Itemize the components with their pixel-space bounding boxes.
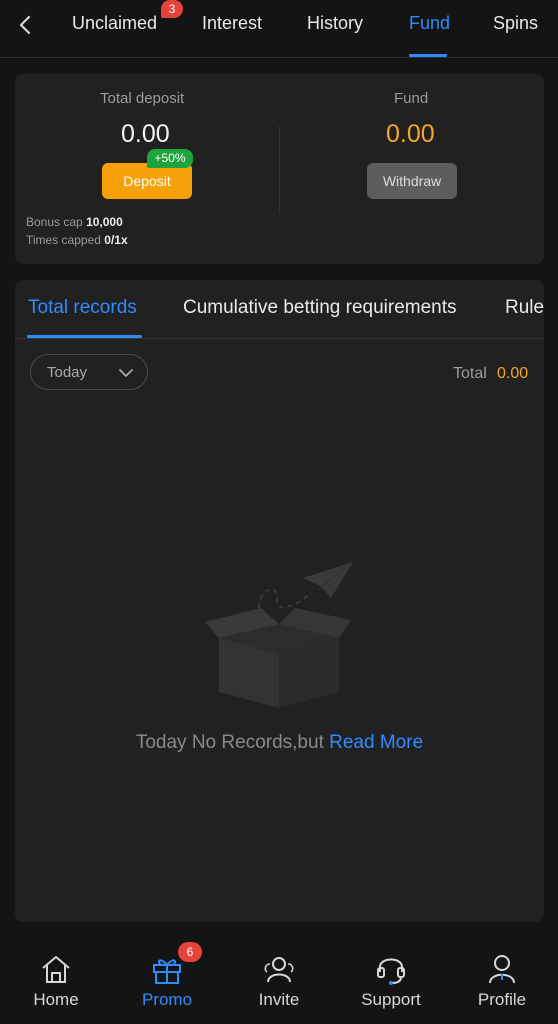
total-value: 0.00 bbox=[497, 365, 529, 382]
date-filter-value: Today bbox=[47, 364, 88, 381]
nav-support[interactable]: Support bbox=[341, 938, 441, 1024]
deposit-button[interactable]: Deposit bbox=[102, 163, 192, 199]
nav-home-label: Home bbox=[33, 990, 79, 1009]
bonus-cap-value: 10,000 bbox=[86, 215, 123, 229]
tab-interest[interactable]: Interest bbox=[202, 13, 262, 34]
nav-profile-label: Profile bbox=[477, 990, 527, 1009]
records-divider bbox=[15, 338, 544, 339]
nav-support-label: Support bbox=[361, 990, 421, 1009]
fund-summary-card: Total deposit 0.00 Deposit +50% Fund 0.0… bbox=[15, 74, 544, 264]
total-deposit-value: 0.00 bbox=[121, 120, 170, 148]
tab-unclaimed[interactable]: Unclaimed bbox=[72, 13, 157, 34]
nav-invite[interactable]: Invite bbox=[229, 938, 329, 1024]
records-card: Total records Cumulative betting require… bbox=[15, 280, 544, 922]
date-filter-select[interactable]: Today bbox=[30, 354, 148, 390]
read-more-link[interactable]: Read More bbox=[329, 732, 423, 753]
chevron-down-icon bbox=[119, 369, 133, 377]
fund-value: 0.00 bbox=[386, 120, 435, 148]
empty-state-text: Today No Records,but bbox=[135, 732, 324, 753]
user-icon bbox=[489, 955, 515, 984]
total-deposit-label: Total deposit bbox=[100, 90, 185, 107]
tab-rule[interactable]: Rule bbox=[505, 297, 544, 319]
bottom-nav: Home Promo 6 Invite Support Profile bbox=[0, 938, 558, 1024]
tab-fund[interactable]: Fund bbox=[409, 13, 450, 34]
tab-total-records[interactable]: Total records bbox=[28, 297, 137, 319]
tab-history[interactable]: History bbox=[307, 13, 363, 34]
times-capped: Times capped 0/1x bbox=[26, 233, 128, 247]
empty-box-icon bbox=[205, 562, 353, 708]
empty-state-message: Today No Records,but Read More bbox=[15, 732, 544, 754]
people-icon bbox=[264, 957, 294, 983]
tab-spins[interactable]: Spins bbox=[493, 13, 538, 34]
tab-cumulative-betting[interactable]: Cumulative betting requirements bbox=[183, 297, 457, 319]
times-capped-label: Times capped bbox=[26, 233, 101, 247]
fund-label: Fund bbox=[394, 90, 429, 107]
withdraw-button[interactable]: Withdraw bbox=[367, 163, 457, 199]
home-icon bbox=[42, 956, 70, 983]
bonus-cap-label: Bonus cap bbox=[26, 215, 83, 229]
headset-icon bbox=[377, 958, 405, 985]
active-tab-indicator bbox=[409, 54, 447, 57]
back-button[interactable] bbox=[12, 12, 38, 38]
nav-promo[interactable]: Promo bbox=[117, 938, 217, 1024]
bonus-cap: Bonus cap 10,000 bbox=[26, 215, 123, 229]
summary-divider bbox=[279, 126, 280, 214]
times-capped-value: 0/1x bbox=[104, 233, 128, 247]
nav-promo-label: Promo bbox=[141, 990, 193, 1009]
nav-profile[interactable]: Profile bbox=[452, 938, 552, 1024]
bonus-percent-badge: +50% bbox=[147, 149, 193, 168]
nav-home[interactable]: Home bbox=[6, 938, 106, 1024]
nav-invite-label: Invite bbox=[258, 990, 300, 1009]
top-nav: Unclaimed 3 Interest History Fund Spins bbox=[0, 0, 558, 58]
chevron-left-icon bbox=[19, 15, 31, 35]
unclaimed-count-badge: 3 bbox=[161, 0, 183, 18]
promo-count-badge: 6 bbox=[178, 942, 202, 962]
total-label: Total bbox=[453, 365, 487, 382]
